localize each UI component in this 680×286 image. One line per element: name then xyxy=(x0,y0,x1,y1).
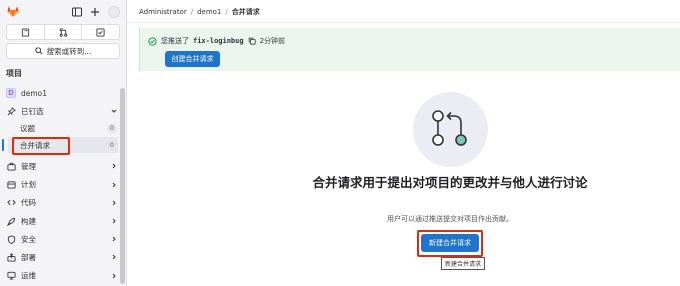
chevron-right-icon xyxy=(112,182,116,188)
search-label: 搜索或转到... xyxy=(46,46,92,56)
code-label: 代码 xyxy=(21,198,36,208)
issues-icon xyxy=(21,27,29,37)
operate-label: 运维 xyxy=(21,271,36,281)
build-label: 构建 xyxy=(21,216,36,226)
search-icon xyxy=(34,47,43,55)
sidebar-top-bar xyxy=(6,4,120,20)
alert-time: 2分钟前 xyxy=(259,37,286,45)
sidebar-item-plan[interactable]: 计划 xyxy=(0,176,126,194)
plus-icon[interactable] xyxy=(90,7,100,17)
issues-tab[interactable] xyxy=(7,25,45,39)
security-label: 安全 xyxy=(21,234,36,244)
merge-requests-label: 合并请求 xyxy=(20,140,50,150)
new-merge-request-button[interactable]: 新建合并请求 xyxy=(421,234,479,252)
gitlab-logo-icon[interactable] xyxy=(6,4,20,18)
briefcase-icon xyxy=(6,161,16,171)
sidebar-item-manage[interactable]: 管理 xyxy=(0,157,126,175)
push-alert: 您推送了 fix-loginbug 2分钟前 创建合并请求 xyxy=(139,28,680,71)
breadcrumb-separator: / xyxy=(190,8,194,16)
chevron-right-icon xyxy=(112,200,116,206)
search-button[interactable]: 搜索或转到... xyxy=(6,43,120,59)
sidebar-item-build[interactable]: 构建 xyxy=(0,212,126,230)
sidebar-item-pinned[interactable]: 已钉选 xyxy=(0,102,126,120)
todo-tab[interactable] xyxy=(82,25,119,39)
shield-icon xyxy=(6,234,16,244)
sidebar-item-code[interactable]: 代码 xyxy=(0,194,126,212)
user-avatar[interactable] xyxy=(108,6,120,18)
issues-count-badge: 0 xyxy=(106,124,117,134)
sidebar-item-security[interactable]: 安全 xyxy=(0,230,126,248)
sidebar-toggle-icon[interactable] xyxy=(72,7,82,17)
sidebar-scrollbar[interactable] xyxy=(120,88,125,284)
breadcrumb-item-project[interactable]: demo1 xyxy=(197,8,221,16)
chevron-right-icon xyxy=(112,273,116,278)
todo-check-icon xyxy=(96,27,105,37)
breadcrumb-item-user[interactable]: Administrator xyxy=(139,8,187,16)
project-avatar: D xyxy=(6,88,16,99)
check-circle-icon xyxy=(148,36,157,46)
plan-label: 计划 xyxy=(21,180,36,190)
new-merge-request-tooltip: 新建合并请求 xyxy=(441,257,486,270)
merge-requests-count-badge: 0 xyxy=(106,140,117,150)
pin-icon xyxy=(6,106,16,116)
breadcrumb-divider xyxy=(127,22,680,23)
sidebar-item-project[interactable]: D demo1 xyxy=(0,84,126,102)
create-merge-request-button[interactable]: 创建合并请求 xyxy=(165,51,220,67)
monitor-icon xyxy=(6,271,16,281)
calendar-icon xyxy=(6,180,16,190)
breadcrumb-separator: / xyxy=(225,8,228,16)
deploy-label: 部署 xyxy=(21,252,36,262)
manage-label: 管理 xyxy=(21,161,36,171)
deploy-icon xyxy=(6,252,16,262)
chevron-right-icon xyxy=(112,236,116,242)
sidebar-item-issues[interactable]: 议题 0 xyxy=(0,120,126,137)
alert-message: 您推送了 fix-loginbug 2分钟前 xyxy=(148,36,285,46)
breadcrumb-item-current[interactable]: 合并请求 xyxy=(232,7,260,17)
branch-name: fix-loginbug xyxy=(193,37,244,45)
section-title: 项目 xyxy=(6,69,22,78)
sidebar-item-deploy[interactable]: 部署 xyxy=(0,248,126,266)
sidebar-item-operate[interactable]: 运维 xyxy=(0,267,126,285)
copy-icon[interactable] xyxy=(248,37,256,45)
alert-prefix: 您推送了 xyxy=(161,37,189,45)
merge-requests-tab[interactable] xyxy=(45,25,83,39)
sidebar: 搜索或转到... 项目 D demo1 已钉选 议题 0 合并请求 0 管理 计… xyxy=(0,0,127,286)
pinned-label: 已钉选 xyxy=(21,106,44,116)
chevron-right-icon xyxy=(112,164,116,169)
code-icon xyxy=(6,198,16,208)
chevron-right-icon xyxy=(112,255,116,260)
sidebar-nav: D demo1 已钉选 议题 0 合并请求 0 管理 计划 代码 构建 安全 部… xyxy=(0,84,126,285)
rocket-icon xyxy=(6,216,16,226)
project-name: demo1 xyxy=(21,88,48,98)
sidebar-quick-tabs xyxy=(6,24,120,40)
chevron-down-icon xyxy=(111,109,117,113)
sidebar-item-merge-requests[interactable]: 合并请求 0 xyxy=(2,136,118,154)
chevron-right-icon xyxy=(112,218,116,224)
merge-request-icon xyxy=(59,27,67,37)
issues-label: 议题 xyxy=(20,124,35,134)
empty-state-title: 合并请求用于提出对项目的更改并与他人进行讨论 xyxy=(312,175,588,190)
empty-state-description: 用户可以通过推送提交对项目作出贡献。 xyxy=(387,215,513,223)
breadcrumb: Administrator / demo1 / 合并请求 xyxy=(139,7,260,17)
merge-request-illustration xyxy=(413,92,488,167)
